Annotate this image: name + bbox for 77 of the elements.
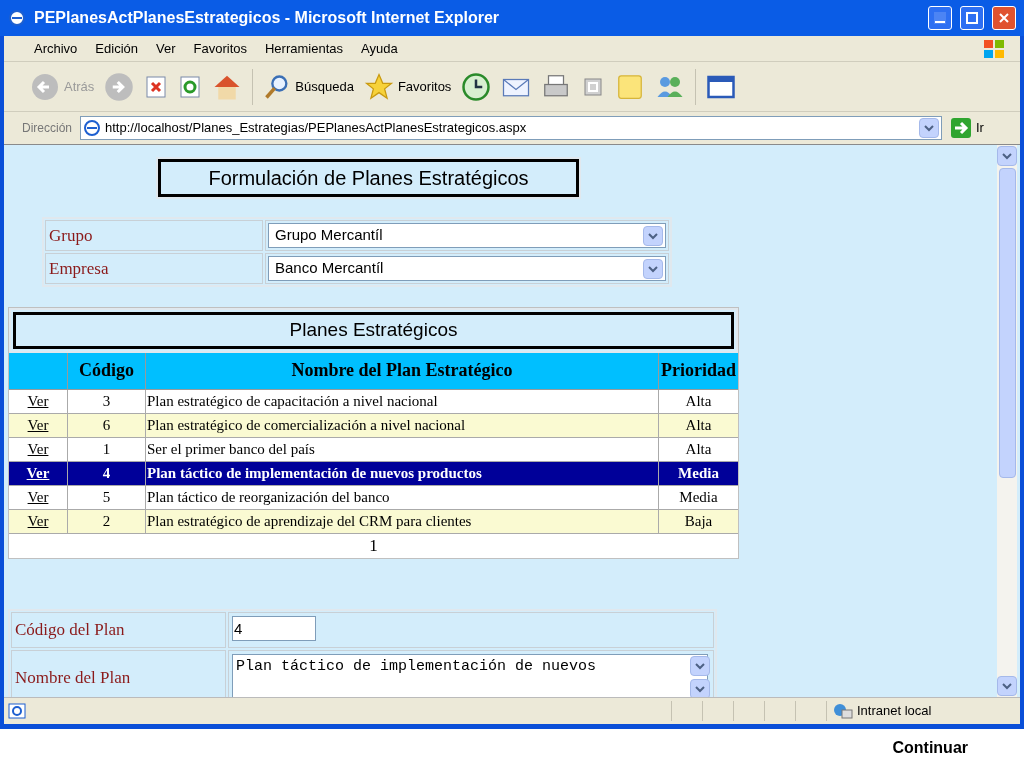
table-cell: Plan estratégico de comercialización a nivel nacional <box>146 413 659 437</box>
table-cell-text: Alta <box>684 391 713 411</box>
view-link[interactable]: Ver <box>27 509 49 533</box>
menu-item[interactable]: Ver <box>150 38 182 59</box>
refresh-icon[interactable] <box>178 74 203 99</box>
browser-icon <box>8 9 26 27</box>
table-cell-text: Media <box>677 463 720 483</box>
table-cell: Ser el primer banco del país <box>146 437 659 461</box>
view-link[interactable]: Ver <box>27 389 49 413</box>
address-label: Dirección <box>22 120 72 137</box>
star-icon <box>363 71 394 102</box>
textarea-value: Plan táctico de implementación de nuevos <box>235 656 598 677</box>
table-title: Planes Estratégicos <box>13 312 734 349</box>
table-row[interactable]: Ver 5 Plan táctico de reorganización del banco Media <box>9 485 738 510</box>
view-link[interactable]: Ver <box>27 437 49 461</box>
table-cell: 5 <box>68 485 146 509</box>
go-button[interactable]: Ir <box>950 117 1008 139</box>
table-cell-text: Alta <box>684 439 713 459</box>
menu-item[interactable]: Favoritos <box>187 38 253 59</box>
page-link[interactable]: 1 <box>369 532 378 559</box>
menu-item[interactable]: Ayuda <box>355 38 404 59</box>
table-cell-text: Alta <box>684 415 713 435</box>
scrollbar[interactable] <box>997 145 1017 697</box>
minimize-button[interactable] <box>928 6 952 30</box>
continue-button[interactable]: Continuar <box>892 736 968 756</box>
maximize-button[interactable] <box>960 6 984 30</box>
form-label: Código del Plan <box>11 611 226 648</box>
table-cell: 6 <box>68 413 146 437</box>
page-icon <box>8 702 26 720</box>
table-cell-text: Baja <box>683 511 714 531</box>
network-icon <box>833 702 853 720</box>
table-cell: Plan estratégico de capacitación a nivel nacional <box>146 389 659 413</box>
table-cell: 3 <box>68 389 146 413</box>
view-link[interactable]: Ver <box>27 485 49 509</box>
minimize-icon <box>934 12 946 24</box>
favorites-button[interactable]: Favoritos <box>363 71 452 102</box>
filter-select[interactable]: Banco Mercantíl <box>265 253 669 284</box>
menu-item[interactable]: Edición <box>89 38 144 59</box>
filter-label: Empresa <box>45 253 263 284</box>
table-cell-text: Media <box>678 487 719 507</box>
table-row[interactable]: Ver 3 Plan estratégico de capacitación a nivel nacional Alta <box>9 389 738 414</box>
column-header: Nombre del Plan Estratégico <box>146 352 659 389</box>
table-row[interactable]: Ver 6 Plan estratégico de comercialización a nivel nacional Alta <box>9 413 738 438</box>
stop-icon[interactable] <box>144 74 169 99</box>
menu-item[interactable]: Herramientas <box>259 38 349 59</box>
select-value: Grupo Mercantíl <box>275 225 384 246</box>
filter-select[interactable]: Grupo Mercantíl <box>265 220 669 251</box>
view-link[interactable]: Ver <box>27 413 49 437</box>
url-text: http://localhost/Planes_Estrategias/PEPlanesActPlanesEstrategicos.aspx <box>105 119 528 138</box>
table-cell: 2 <box>68 509 146 533</box>
table-row[interactable]: Ver 4 Plan táctico de implementación de nuevos productos Media <box>9 461 738 486</box>
column-header: Código <box>68 352 146 389</box>
table-cell: Plan táctico de implementación de nuevos productos <box>146 461 659 485</box>
maximize-icon <box>966 12 978 24</box>
table-row[interactable]: Ver 1 Ser el primer banco del país Alta <box>9 437 738 462</box>
table-row[interactable]: Ver 2 Plan estratégico de aprendizaje del CRM para clientes Baja <box>9 509 738 534</box>
code-input[interactable]: 4 <box>232 615 316 641</box>
select-value: Banco Mercantíl <box>275 258 385 279</box>
table-cell: 4 <box>68 461 146 485</box>
menu-item[interactable]: Archivo <box>28 38 84 59</box>
windows-logo-icon <box>982 37 1006 60</box>
filter-label: Grupo <box>45 220 263 251</box>
page-title: Formulación de Planes Estratégicos <box>158 159 579 197</box>
search-button[interactable]: Búsqueda <box>263 72 354 101</box>
table-cell: 1 <box>68 437 146 461</box>
view-link[interactable]: Ver <box>26 461 50 485</box>
history-icon[interactable] <box>461 71 492 102</box>
address-field[interactable]: http://localhost/Planes_Estrategias/PEPlanesActPlanesEstrategicos.aspx <box>80 116 942 140</box>
close-icon <box>998 12 1010 24</box>
page-icon <box>83 119 101 137</box>
zone-text: Intranet local <box>857 702 932 721</box>
close-button[interactable] <box>992 6 1016 30</box>
name-textarea[interactable]: Plan táctico de implementación de nuevos <box>232 653 708 697</box>
window-title: PEPlanesActPlanesEstrategicos - Microsoft Internet Explorer <box>34 8 501 28</box>
table-cell: Plan estratégico de aprendizaje del CRM para clientes <box>146 509 659 533</box>
table-cell: Plan táctico de reorganización del banco <box>146 485 659 509</box>
column-header: Prioridad <box>660 359 737 382</box>
